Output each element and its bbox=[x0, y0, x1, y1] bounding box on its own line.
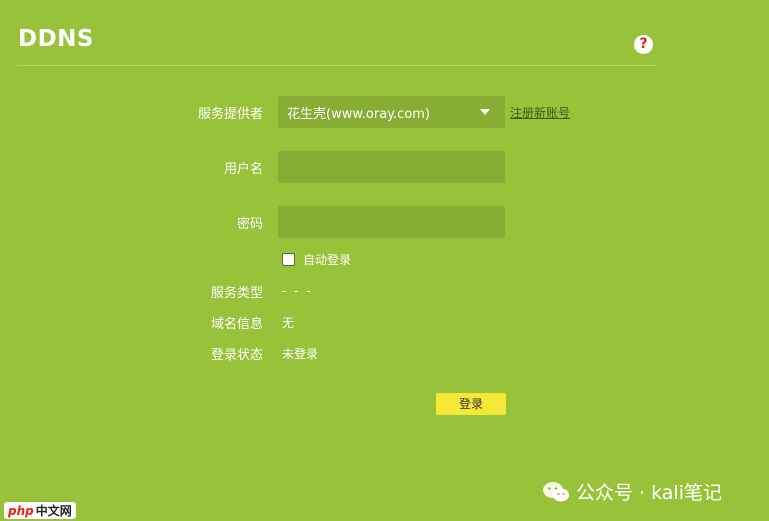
watermark-text: 公众号 · kali笔记 bbox=[576, 482, 722, 504]
question-icon[interactable]: ? bbox=[634, 35, 653, 54]
login-status-label: 登录状态 bbox=[210, 348, 263, 363]
provider-label: 服务提供者 bbox=[197, 107, 263, 122]
provider-select-value: 花生壳(www.oray.com) bbox=[287, 106, 430, 122]
service-type-label: 服务类型 bbox=[210, 286, 263, 301]
register-link[interactable]: 注册新账号 bbox=[510, 104, 570, 121]
username-label: 用户名 bbox=[223, 162, 263, 177]
service-type-value: - - - bbox=[282, 284, 313, 298]
username-input[interactable] bbox=[278, 151, 505, 183]
auto-login-checkbox[interactable] bbox=[282, 253, 295, 266]
domain-info-label: 域名信息 bbox=[210, 317, 263, 332]
chevron-down-icon bbox=[480, 109, 490, 115]
php-logo-text: php bbox=[8, 503, 34, 518]
login-status-value: 未登录 bbox=[282, 347, 319, 361]
php-cn-logo: php 中文网 bbox=[4, 502, 76, 519]
watermark: 公众号 · kali笔记 bbox=[542, 478, 722, 505]
wechat-icon bbox=[543, 481, 569, 501]
provider-select[interactable]: 花生壳(www.oray.com) bbox=[278, 96, 505, 128]
cn-logo-text: 中文网 bbox=[35, 504, 72, 518]
auto-login-label: 自动登录 bbox=[303, 253, 352, 267]
page-title: DDNS bbox=[18, 26, 94, 52]
password-input[interactable] bbox=[278, 206, 505, 238]
domain-info-value: 无 bbox=[282, 316, 295, 330]
login-button[interactable]: 登录 bbox=[436, 393, 506, 415]
title-divider bbox=[17, 65, 657, 66]
password-label: 密码 bbox=[236, 217, 263, 232]
